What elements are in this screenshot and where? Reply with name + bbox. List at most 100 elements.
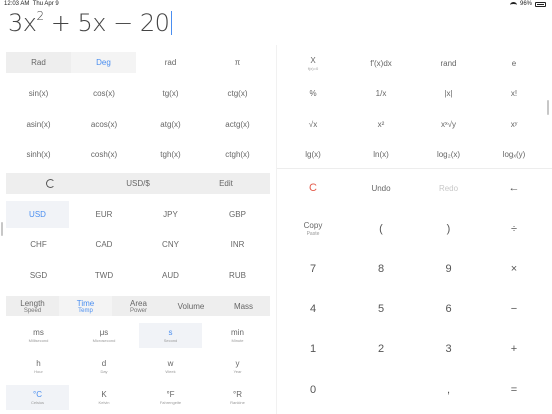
scrollbar-left[interactable] — [1, 222, 3, 236]
currency-twd[interactable]: TWD — [71, 262, 137, 289]
expression-display[interactable]: 3x 2 + 5x − 20 — [8, 9, 173, 39]
tab-time[interactable]: Time Temp — [59, 296, 112, 316]
currency-chf[interactable]: CHF — [6, 231, 71, 258]
square-button[interactable]: x² — [347, 114, 415, 134]
clear-button[interactable]: C — [279, 176, 347, 200]
rand-button[interactable]: rand — [415, 52, 482, 74]
abs-button[interactable]: |x| — [415, 83, 482, 103]
unit-y[interactable]: y Year — [204, 354, 271, 379]
tab-volume[interactable]: Volume — [165, 296, 217, 316]
digit-1-button[interactable]: 1 — [279, 337, 347, 361]
percent-button[interactable]: % — [279, 83, 347, 103]
sinh-button[interactable]: sinh(x) — [6, 144, 71, 164]
acos-button[interactable]: acos(x) — [71, 114, 137, 134]
actg-button[interactable]: actg(x) — [204, 114, 271, 134]
scrollbar-right[interactable] — [547, 100, 549, 115]
close-paren-button[interactable]: ) — [415, 217, 482, 241]
copy-paste-button[interactable]: Copy Paste — [279, 217, 347, 241]
tgh-button[interactable]: tgh(x) — [137, 144, 204, 164]
equals-button[interactable]: = — [482, 378, 546, 402]
unit-celsius[interactable]: °C Celsius — [6, 385, 69, 410]
open-paren-button[interactable]: ( — [347, 217, 415, 241]
digit-8-button[interactable]: 8 — [347, 257, 415, 281]
deg-button[interactable]: Deg — [71, 52, 136, 73]
panel-divider — [276, 45, 277, 414]
undo-button[interactable]: Undo — [347, 176, 415, 200]
unit-ms[interactable]: ms Millisecond — [6, 323, 71, 348]
minus-button[interactable]: − — [482, 297, 546, 321]
digit-4-button[interactable]: 4 — [279, 297, 347, 321]
ln-button[interactable]: ln(x) — [347, 144, 415, 164]
multiply-button[interactable]: × — [482, 257, 546, 281]
refresh-rates-button[interactable] — [6, 173, 94, 194]
digit-3-button[interactable]: 3 — [415, 337, 482, 361]
text-cursor — [171, 11, 173, 35]
divide-button[interactable]: ÷ — [482, 217, 546, 241]
pi-button[interactable]: π — [204, 52, 271, 73]
status-bar: 12:03 AM Thu Apr 9 96% — [0, 0, 552, 9]
expression-exponent: 2 — [36, 9, 44, 23]
tab-mass[interactable]: Mass — [217, 296, 270, 316]
currency-rub[interactable]: RUB — [204, 262, 271, 289]
decimal-button[interactable]: , — [415, 378, 482, 402]
rad-constant-button[interactable]: rad — [137, 52, 204, 73]
digit-5-button[interactable]: 5 — [347, 297, 415, 321]
currency-inr[interactable]: INR — [204, 231, 271, 258]
plus-button[interactable]: + — [482, 337, 546, 361]
status-time: 12:03 AM Thu Apr 9 — [4, 1, 59, 7]
battery-icon — [535, 1, 546, 7]
edit-button[interactable]: Edit — [182, 173, 270, 194]
digit-2-button[interactable]: 2 — [347, 337, 415, 361]
unit-s[interactable]: s Second — [139, 323, 202, 348]
ctg-button[interactable]: ctg(x) — [204, 83, 271, 103]
currency-jpy[interactable]: JPY — [137, 201, 204, 228]
tab-area[interactable]: Area Power — [112, 296, 165, 316]
tg-button[interactable]: tg(x) — [137, 83, 204, 103]
currency-aud[interactable]: AUD — [137, 262, 204, 289]
currency-sgd[interactable]: SGD — [6, 262, 71, 289]
asin-button[interactable]: asin(x) — [6, 114, 71, 134]
atg-button[interactable]: atg(x) — [137, 114, 204, 134]
digit-9-button[interactable]: 9 — [415, 257, 482, 281]
status-right: 96% — [509, 1, 546, 7]
currency-eur[interactable]: EUR — [71, 201, 137, 228]
unit-h[interactable]: h Hour — [6, 354, 71, 379]
unit-kelvin[interactable]: K Kelvin — [71, 385, 137, 410]
backspace-icon[interactable]: ← — [482, 176, 546, 200]
cos-button[interactable]: cos(x) — [71, 83, 137, 103]
log2-button[interactable]: log₂(x) — [415, 144, 482, 164]
solve-x-button[interactable]: Xf(x)=0 — [279, 52, 347, 74]
unit-w[interactable]: w Week — [137, 354, 204, 379]
refresh-icon — [45, 179, 55, 188]
currency-title: USD/$ — [126, 179, 150, 188]
digit-0-button[interactable]: 0 — [279, 378, 347, 402]
currency-usd[interactable]: USD — [6, 201, 69, 228]
reciprocal-button[interactable]: 1/x — [347, 83, 415, 103]
sin-button[interactable]: sin(x) — [6, 83, 71, 103]
unit-fahrenheit[interactable]: °F Fahrengeite — [137, 385, 204, 410]
unit-rankine[interactable]: °R Rankine — [204, 385, 271, 410]
ctgh-button[interactable]: ctgh(x) — [204, 144, 271, 164]
currency-cad[interactable]: CAD — [71, 231, 137, 258]
sqrt-button[interactable]: √x — [279, 114, 347, 134]
tab-length[interactable]: Length Speed — [6, 296, 59, 316]
unit-us[interactable]: μs Microsecond — [71, 323, 137, 348]
lg-button[interactable]: lg(x) — [279, 144, 347, 164]
digit-7-button[interactable]: 7 — [279, 257, 347, 281]
e-button[interactable]: e — [482, 52, 546, 74]
currency-gbp[interactable]: GBP — [204, 201, 271, 228]
keypad-blank — [347, 378, 415, 402]
digit-6-button[interactable]: 6 — [415, 297, 482, 321]
unit-d[interactable]: d Day — [71, 354, 137, 379]
factorial-button[interactable]: x! — [482, 83, 546, 103]
cosh-button[interactable]: cosh(x) — [71, 144, 137, 164]
expression-rest: + 5x − 20 — [43, 9, 170, 37]
xth-root-button[interactable]: xˣ√y — [415, 114, 482, 134]
rad-button[interactable]: Rad — [6, 52, 71, 73]
redo-button[interactable]: Redo — [415, 176, 482, 200]
power-button[interactable]: xʸ — [482, 114, 546, 134]
integral-button[interactable]: f'(x)dx — [347, 52, 415, 74]
unit-min[interactable]: min Minute — [204, 323, 271, 348]
logxy-button[interactable]: logₓ(y) — [482, 144, 546, 164]
currency-cny[interactable]: CNY — [137, 231, 204, 258]
